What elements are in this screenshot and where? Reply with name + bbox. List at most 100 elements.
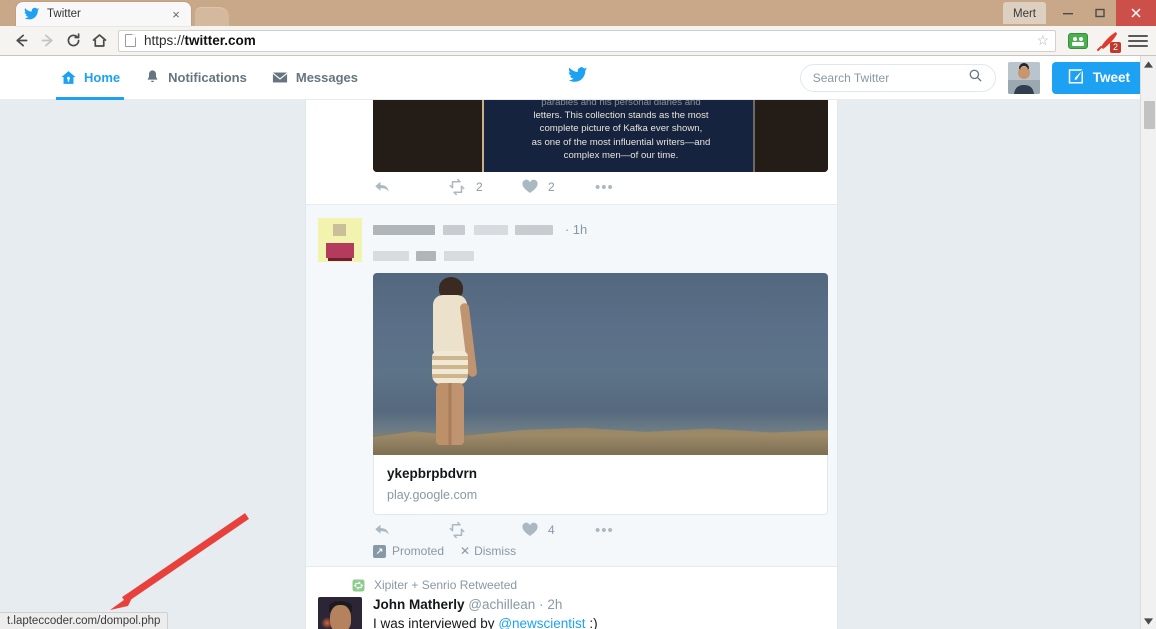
page-document-icon <box>125 34 136 47</box>
tweet-header-redacted: · 1h <box>318 214 825 267</box>
avatar[interactable] <box>318 597 362 629</box>
sidebar-item-label: Notifications <box>168 70 247 85</box>
nav-right-cluster: Tweet <box>799 61 1146 94</box>
tweet-matherly[interactable]: Xipiter + Senrio Retweeted John Matherly… <box>306 567 837 629</box>
sidebar-item-messages[interactable]: Messages <box>259 56 370 100</box>
reply-button[interactable] <box>373 178 447 196</box>
search-input[interactable] <box>812 70 968 85</box>
window-controls: Mert <box>1003 0 1156 26</box>
retweet-context-label: Xipiter + Senrio Retweeted <box>374 578 518 592</box>
home-icon <box>60 69 77 86</box>
redacted-handle-bar <box>515 224 554 235</box>
tweet-actions: 4 ••• <box>318 515 825 541</box>
green-robot-extension-icon[interactable] <box>1068 32 1088 49</box>
twitter-bird-icon <box>24 6 40 22</box>
tweet-timestamp: · 1h <box>564 222 588 238</box>
redacted-name-bar <box>443 224 466 235</box>
tab-close-icon[interactable]: × <box>169 8 183 21</box>
page-scrollbar[interactable] <box>1140 56 1156 629</box>
redacted-text-bar <box>373 250 409 261</box>
avatar[interactable] <box>1007 61 1040 94</box>
avatar[interactable] <box>318 218 362 262</box>
tweet-actions: 2 2 ••• <box>318 172 825 198</box>
status-bar-url: t.lapteccoder.com/dompol.php <box>7 615 161 627</box>
browser-window: Twitter × Mert https://twitter.com ☆ 2 H… <box>0 0 1156 629</box>
dismiss-button[interactable]: ✕ Dismiss <box>460 544 516 558</box>
more-dots-icon: ••• <box>595 178 614 196</box>
handle[interactable]: @achillean <box>468 597 535 612</box>
link-card[interactable]: ykepbrpbdvrn play.google.com <box>373 455 828 515</box>
redacted-text-bar <box>443 250 474 261</box>
sidebar-item-home[interactable]: Home <box>48 56 132 100</box>
scroll-down-arrow-icon[interactable] <box>1141 613 1156 629</box>
forward-button[interactable] <box>34 28 60 54</box>
tweet-timestamp[interactable]: 2h <box>547 597 562 612</box>
more-button[interactable]: ••• <box>595 179 669 196</box>
like-button[interactable]: 4 <box>521 521 595 539</box>
redacted-handle-bar <box>473 224 508 235</box>
bookmark-star-icon[interactable]: ☆ <box>1036 32 1049 49</box>
mention-link[interactable]: @newscientist <box>498 616 585 629</box>
user-profile-chip[interactable]: Mert <box>1003 2 1046 24</box>
extension-badge-count: 2 <box>1110 41 1121 53</box>
like-count: 2 <box>548 180 555 194</box>
tweet-button[interactable]: Tweet <box>1051 61 1146 94</box>
reload-button[interactable] <box>60 28 86 54</box>
more-button[interactable]: ••• <box>595 522 669 539</box>
bell-icon <box>144 69 161 86</box>
reply-button[interactable] <box>373 521 447 539</box>
author-redacted-row: · 1h <box>373 221 825 239</box>
envelope-icon <box>271 69 289 86</box>
search-icon[interactable] <box>968 68 983 88</box>
separator: · <box>539 597 544 612</box>
tweet-text: I was interviewed by @newscientist :) <box>373 615 825 629</box>
caption-line-1: letters. This collection stands as the m… <box>533 110 709 122</box>
tweet-kafka[interactable]: parables and his personal diaries and le… <box>306 100 837 205</box>
retweet-button[interactable]: 2 <box>447 178 521 196</box>
browser-tab-twitter[interactable]: Twitter × <box>16 2 191 26</box>
nav-primary-items: Home Notifications Messages <box>48 56 370 100</box>
caption-line-0: parables and his personal diaries and <box>541 100 701 108</box>
compose-icon <box>1068 67 1086 88</box>
scroll-up-arrow-icon[interactable] <box>1141 56 1156 72</box>
sidebar-item-label: Home <box>84 70 121 85</box>
tweet-media-kafka[interactable]: parables and his personal diaries and le… <box>373 100 828 172</box>
hamburger-menu-icon[interactable] <box>1128 32 1148 50</box>
sidebar-item-notifications[interactable]: Notifications <box>132 56 259 100</box>
page-viewport: Home Notifications Messages Search Twitt… <box>0 56 1156 629</box>
twitter-bird-logo[interactable] <box>567 65 590 90</box>
tweet-body-row: John Matherly @achillean · 2h I was inte… <box>318 597 825 629</box>
address-bar[interactable]: https://twitter.com ☆ <box>118 29 1056 52</box>
tweet-text-before: I was interviewed by <box>373 616 499 629</box>
address-bar-url: https://twitter.com <box>144 33 256 48</box>
card-title: ykepbrpbdvrn <box>387 466 478 481</box>
caption-line-2: complete picture of Kafka ever shown, <box>539 123 703 135</box>
maximize-button[interactable] <box>1084 0 1116 26</box>
scrollbar-thumb[interactable] <box>1144 101 1155 129</box>
dismiss-label: Dismiss <box>474 544 517 558</box>
promoted-label: Promoted <box>392 544 445 558</box>
retweet-icon <box>351 579 366 592</box>
retweet-button[interactable] <box>447 521 521 539</box>
promoted-row: ↗ Promoted ✕ Dismiss <box>318 541 825 560</box>
card-domain: play.google.com <box>387 488 478 502</box>
search-twitter-box[interactable] <box>799 63 996 92</box>
home-button[interactable] <box>86 28 112 54</box>
close-icon: ✕ <box>460 544 471 558</box>
new-tab-button[interactable] <box>195 7 229 26</box>
display-name[interactable]: John Matherly <box>373 597 465 612</box>
redacted-text-row <box>373 247 825 265</box>
tweet-media-beach-photo[interactable] <box>373 273 828 455</box>
tweet-promoted[interactable]: · 1h ykepbrpbdvrn play.google.com 4 ••• … <box>306 205 837 567</box>
red-feather-extension-icon[interactable]: 2 <box>1096 30 1121 53</box>
retweet-count: 2 <box>476 180 483 194</box>
timeline-column: parables and his personal diaries and le… <box>305 100 838 629</box>
close-window-button[interactable] <box>1116 0 1156 26</box>
caption-line-3: as one of the most influential writers—a… <box>531 136 711 148</box>
back-button[interactable] <box>8 28 34 54</box>
tab-strip: Twitter × Mert <box>0 0 1156 26</box>
minimize-button[interactable] <box>1052 0 1084 26</box>
promoted-arrow-icon: ↗ <box>373 544 386 558</box>
browser-toolbar: https://twitter.com ☆ 2 <box>0 26 1156 56</box>
like-button[interactable]: 2 <box>521 178 595 196</box>
